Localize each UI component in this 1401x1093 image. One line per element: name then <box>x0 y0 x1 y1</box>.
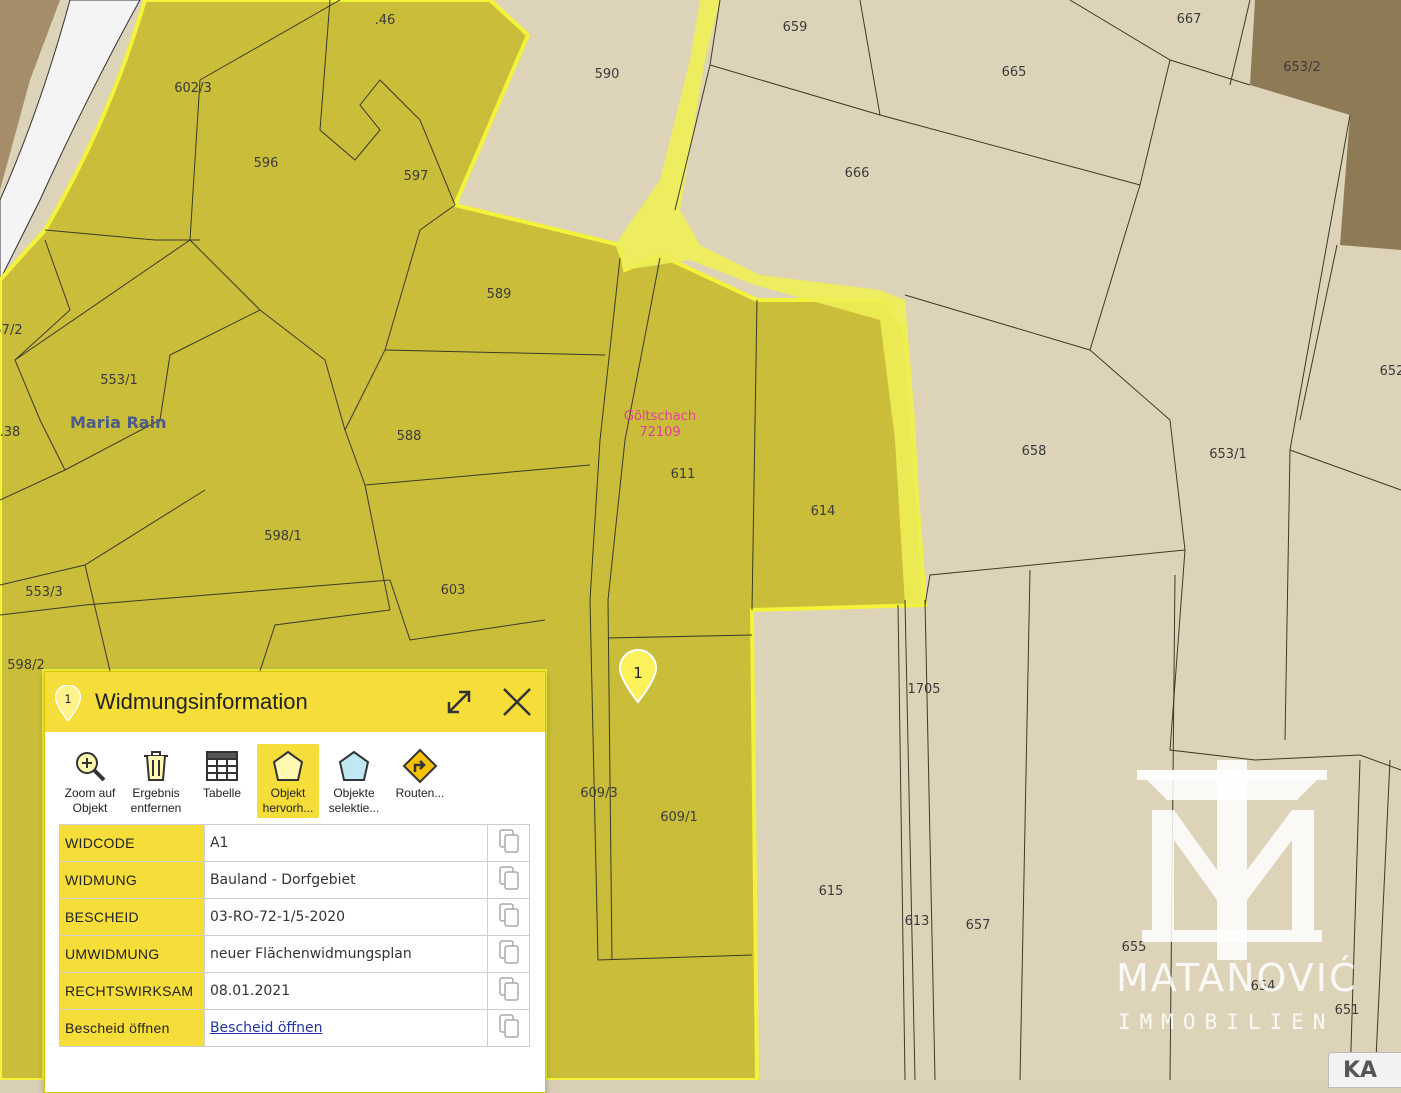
zoom-in-icon <box>76 752 106 782</box>
popup-header: 1 Widmungsinformation <box>45 672 545 732</box>
parcel-label-p602_3: 602/3 <box>174 81 211 96</box>
copy-icon <box>498 1014 519 1038</box>
expand-button[interactable] <box>441 684 477 720</box>
select-objects-button[interactable]: Objekte selektie... <box>323 744 385 818</box>
attribute-value: Bauland - Dorfgebiet <box>203 861 489 899</box>
parcel-label-p553_3: 553/3 <box>25 585 62 600</box>
popup-pin-badge: 1 <box>54 684 82 723</box>
parcel-label-p659: 659 <box>783 20 808 35</box>
polygon-select-icon <box>338 750 370 781</box>
attribute-value: 08.01.2021 <box>203 972 489 1010</box>
route-button[interactable]: Routen... <box>389 744 451 818</box>
attribute-row: UMWIDMUNG neuer Flächenwidmungsplan <box>59 935 530 973</box>
parcel-label-p665: 665 <box>1002 65 1027 80</box>
highlight-object-button[interactable]: Objekt hervorh... <box>257 744 319 818</box>
attribute-value: neuer Flächenwidmungsplan <box>203 935 489 973</box>
parcel-label-p652: 652 <box>1380 364 1401 379</box>
corner-tab[interactable]: KA <box>1328 1052 1401 1088</box>
pin-icon: 1 <box>54 684 82 723</box>
attribute-key: UMWIDMUNG <box>59 935 205 973</box>
parcel-label-p666: 666 <box>845 166 870 181</box>
attribute-table: WIDCODE A1 WIDMUNG Bauland - Dorfgebiet BESC… <box>59 824 530 1047</box>
parcel-label-p38: .38 <box>0 425 20 440</box>
attribute-key: Bescheid öffnen <box>59 1009 205 1047</box>
parcel-label-p603: 603 <box>441 583 466 598</box>
attribute-key: BESCHEID <box>59 898 205 936</box>
close-icon <box>503 688 531 716</box>
watermark-name: MATANOVIĆ <box>1116 956 1358 1000</box>
copy-icon <box>498 940 519 964</box>
popup-title: Widmungsinformation <box>95 689 308 714</box>
place-label: Maria Rain <box>70 413 166 432</box>
tool-label: Routen... <box>395 786 445 800</box>
attribute-value: A1 <box>203 824 489 862</box>
trash-icon <box>144 751 168 781</box>
attribute-row: RECHTSWIRKSAM 08.01.2021 <box>59 972 530 1010</box>
close-button[interactable] <box>499 684 535 720</box>
copy-button[interactable] <box>487 861 530 899</box>
attribute-value: 03-RO-72-1/5-2020 <box>203 898 489 936</box>
zoom-to-object-button[interactable]: Zoom auf Objekt <box>59 744 121 818</box>
parcel-label-p597: 597 <box>404 169 429 184</box>
parcel-label-p46: .46 <box>375 13 396 28</box>
attribute-row: BESCHEID 03-RO-72-1/5-2020 <box>59 898 530 936</box>
parcel-label-p611: 611 <box>671 467 696 482</box>
cadastral-number: 72109 <box>639 425 680 440</box>
tool-label: Zoom auf Objekt <box>64 786 116 815</box>
parcel-label-p613: 613 <box>905 914 930 929</box>
parcel-label-p653_1: 653/1 <box>1209 447 1246 462</box>
parcel-label-p615: 615 <box>819 884 844 899</box>
attribute-value: Bescheid öffnen <box>203 1009 489 1047</box>
route-sign-icon <box>402 748 438 784</box>
copy-button[interactable] <box>487 972 530 1010</box>
polygon-highlight-icon <box>272 750 304 781</box>
parcel-label-p658: 658 <box>1022 444 1047 459</box>
parcel-label-p590: 590 <box>595 67 620 82</box>
attribute-row: WIDCODE A1 <box>59 824 530 862</box>
widmung-popup: 1 Widmungsinformation Zoom auf Objekt Er… <box>44 671 546 1093</box>
tool-label: Ergebnis entfernen <box>130 786 182 815</box>
parcel-label-p596: 596 <box>254 156 279 171</box>
parcel-label-p589: 589 <box>487 287 512 302</box>
copy-button[interactable] <box>487 898 530 936</box>
copy-icon <box>498 903 519 927</box>
attribute-key: WIDMUNG <box>59 861 205 899</box>
parcel-label-p553_1: 553/1 <box>100 373 137 388</box>
expand-icon <box>447 690 471 714</box>
popup-toolbar: Zoom auf Objekt Ergebnis entfernen Tabel… <box>45 732 545 818</box>
table-icon <box>206 751 238 781</box>
parcel-label-p588: 588 <box>397 429 422 444</box>
attribute-key: RECHTSWIRKSAM <box>59 972 205 1010</box>
attribute-key: WIDCODE <box>59 824 205 862</box>
attribute-row: Bescheid öffnen Bescheid öffnen <box>59 1009 530 1047</box>
parcel-label-p609_3: 609/3 <box>580 786 617 801</box>
marker-number: 1 <box>633 664 643 682</box>
parcel-label-p667: 667 <box>1177 12 1202 27</box>
copy-button[interactable] <box>487 1009 530 1047</box>
copy-icon <box>498 866 519 890</box>
parcel-label-p598_2: 598/2 <box>7 658 44 673</box>
open-decision-link[interactable]: Bescheid öffnen <box>210 1020 323 1036</box>
parcel-label-p1705: 1705 <box>907 682 940 697</box>
tool-label: Objekte selektie... <box>328 786 380 815</box>
svg-text:1: 1 <box>64 693 71 706</box>
copy-icon <box>498 977 519 1001</box>
tool-label: Tabelle <box>202 786 242 800</box>
parcel-label-p57_2: 57/2 <box>0 323 23 338</box>
parcel-label-p614: 614 <box>811 504 836 519</box>
tool-label: Objekt hervorh... <box>262 786 314 815</box>
remove-result-button[interactable]: Ergebnis entfernen <box>125 744 187 818</box>
watermark-subtitle: IMMOBILIEN <box>1118 1010 1335 1034</box>
parcel-label-p609_1: 609/1 <box>660 810 697 825</box>
parcel-label-p598_1: 598/1 <box>264 529 301 544</box>
cadastral-label: Göltschach <box>624 409 696 424</box>
attribute-row: WIDMUNG Bauland - Dorfgebiet <box>59 861 530 899</box>
parcel-label-p657: 657 <box>966 918 991 933</box>
copy-button[interactable] <box>487 935 530 973</box>
copy-icon <box>498 829 519 853</box>
parcel-label-p653_2: 653/2 <box>1283 60 1320 75</box>
copy-button[interactable] <box>487 824 530 862</box>
table-button[interactable]: Tabelle <box>191 744 253 818</box>
